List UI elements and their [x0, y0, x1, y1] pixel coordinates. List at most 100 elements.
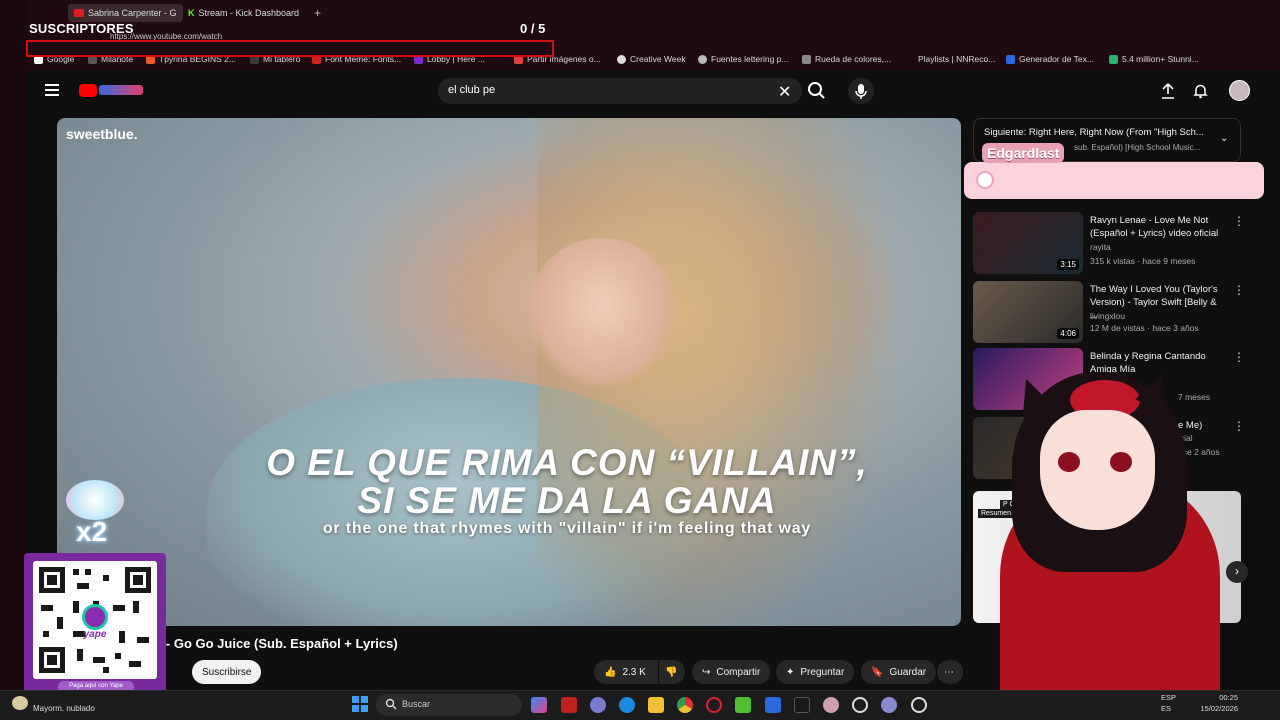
- clear-search-icon[interactable]: ✕: [778, 82, 791, 102]
- subscribe-button[interactable]: Suscribirse: [192, 660, 262, 684]
- upload-icon[interactable]: [1161, 83, 1175, 104]
- chat-message-box: [964, 162, 1264, 199]
- tab-label: Sabrina Carpenter - G: [88, 8, 177, 18]
- recommendation-title[interactable]: Ravyn Lenae - Love Me Not (Español + Lyr…: [1090, 214, 1224, 240]
- language-indicator[interactable]: ESP ES: [1161, 692, 1176, 714]
- thumbs-up-icon: 👍: [604, 666, 617, 678]
- recommendation-meta: 12 M de vistas · hace 3 años: [1090, 323, 1199, 333]
- discord-icon[interactable]: [881, 697, 897, 713]
- app-icon[interactable]: [735, 697, 751, 713]
- chevron-down-icon[interactable]: ⌄: [1220, 133, 1228, 144]
- more-options-icon[interactable]: ⋮: [1233, 283, 1245, 297]
- video-title: er - Go Go Juice (Sub. Español + Lyrics): [150, 636, 398, 651]
- weather-icon[interactable]: [12, 696, 28, 710]
- video-player[interactable]: O EL QUE RIMA CON “VILLAIN”, SI SE ME DA…: [57, 118, 961, 626]
- next-up-title: Siguiente: Right Here, Right Now (From "…: [984, 127, 1204, 138]
- video-thumbnail[interactable]: 3:15: [973, 212, 1083, 274]
- bookmark-item[interactable]: Fuentes lettering p...: [698, 54, 789, 64]
- app-icon[interactable]: [765, 697, 781, 713]
- app-icon[interactable]: [823, 697, 839, 713]
- multiplier-label: x2: [76, 516, 108, 547]
- microphone-icon: [855, 84, 867, 99]
- save-button[interactable]: 🔖 Guardar: [861, 660, 937, 684]
- more-options-icon[interactable]: ⋮: [1233, 350, 1245, 364]
- bookmark-item[interactable]: Rueda de colores,...: [802, 54, 891, 64]
- vtuber-avatar-eye-left: [1058, 452, 1080, 472]
- recommendation-meta: 315 k vistas · hace 9 meses: [1090, 256, 1196, 266]
- menu-icon[interactable]: [45, 84, 59, 96]
- subscriber-goal-title: SUSCRIPTORES: [29, 21, 134, 36]
- ask-button[interactable]: ✦ Preguntar: [776, 660, 855, 684]
- bookmark-icon: [1006, 54, 1015, 64]
- recommendation-item[interactable]: 4:06 The Way I Loved You (Taylor's Versi…: [973, 281, 1245, 345]
- app-icon[interactable]: [590, 697, 606, 713]
- windows-start-icon[interactable]: [352, 696, 368, 712]
- subscriber-goal-progress-bar: [26, 40, 554, 57]
- duration-badge: 4:06: [1057, 328, 1079, 339]
- recommendation-item[interactable]: 3:15 Ravyn Lenae - Love Me Not (Español …: [973, 212, 1245, 276]
- more-options-icon[interactable]: ⋮: [1233, 214, 1245, 228]
- chat-avatar-icon: [976, 171, 994, 189]
- search-icon: [808, 82, 825, 99]
- tab-label: Stream - Kick Dashboard: [198, 8, 300, 18]
- weather-text[interactable]: Mayorm. nublado: [33, 704, 95, 713]
- thumbs-down-icon: 👎: [665, 666, 678, 678]
- opera-gx-icon[interactable]: [706, 697, 722, 713]
- account-avatar[interactable]: [1229, 80, 1250, 101]
- bookmark-icon: [1109, 54, 1118, 64]
- video-thumbnail[interactable]: 4:06: [973, 281, 1083, 343]
- recommendation-title[interactable]: e Me): [1178, 419, 1280, 432]
- app-icon[interactable]: [794, 697, 810, 713]
- bookmark-icon: [617, 54, 626, 64]
- youtube-logo-icon[interactable]: [79, 84, 97, 97]
- sparkle-icon: ✦: [786, 666, 795, 678]
- search-icon: [385, 697, 397, 715]
- copilot-icon[interactable]: [531, 697, 547, 713]
- bookmark-item[interactable]: Creative Week: [617, 54, 686, 64]
- next-up-subtitle: sub. Español) [High School Music...: [1074, 143, 1201, 152]
- share-icon: ↪: [702, 666, 711, 678]
- tab-youtube[interactable]: Sabrina Carpenter - G: [68, 4, 183, 22]
- chevron-right-icon[interactable]: ›: [1226, 561, 1248, 583]
- app-icon[interactable]: [561, 697, 577, 713]
- vtuber-avatar-face: [1040, 410, 1155, 530]
- subscriber-goal-count: 0 / 5: [520, 21, 546, 36]
- windows-taskbar: [0, 690, 1280, 720]
- video-watermark: sweetblue.: [66, 126, 138, 142]
- tab-kick[interactable]: K Stream - Kick Dashboard: [188, 4, 299, 22]
- bookmark-item[interactable]: 5.4 million+ Stunni...: [1109, 54, 1199, 64]
- dislike-button[interactable]: 👎: [659, 660, 685, 684]
- like-button[interactable]: 👍 2.3 K: [594, 660, 658, 684]
- obs-icon[interactable]: [911, 697, 927, 713]
- recommendation-channel[interactable]: rayita: [1090, 242, 1111, 252]
- video-frame-face: [527, 238, 677, 388]
- file-explorer-icon[interactable]: [648, 697, 664, 713]
- more-actions-button[interactable]: ⋯: [937, 660, 963, 684]
- new-tab-button[interactable]: +: [314, 4, 321, 22]
- duration-badge: 3:15: [1057, 259, 1079, 270]
- github-icon[interactable]: [852, 697, 868, 713]
- chrome-icon[interactable]: [677, 697, 693, 713]
- bookmark-icon: 🔖: [871, 666, 884, 678]
- notifications-bell-icon[interactable]: [1193, 83, 1208, 104]
- recommendation-channel[interactable]: livingxlou: [1090, 311, 1125, 321]
- lyric-translation: or the one that rhymes with "villain" if…: [322, 520, 812, 537]
- search-input[interactable]: el club pe: [438, 78, 802, 104]
- voice-search-button[interactable]: [848, 78, 874, 104]
- more-options-icon[interactable]: ⋮: [1233, 419, 1245, 433]
- lyric-line-1: O EL QUE RIMA CON “VILLAIN”,: [266, 442, 868, 483]
- yape-logo: yape: [83, 629, 107, 640]
- lyric-line-2: SI SE ME DA LA GANA: [357, 480, 777, 521]
- share-button[interactable]: ↪ Compartir: [692, 660, 771, 684]
- youtube-logo-doodle: [99, 85, 143, 95]
- bookmark-item[interactable]: Playlists | NNReco...: [918, 54, 995, 64]
- recommendation-meta: 7 meses: [1178, 392, 1211, 402]
- taskbar-search-input[interactable]: Buscar: [376, 694, 522, 716]
- system-clock[interactable]: 00:25 15/02/2026: [1198, 692, 1238, 714]
- qr-code: yape: [33, 561, 157, 679]
- edge-icon[interactable]: [619, 697, 635, 713]
- search-button[interactable]: [804, 78, 830, 104]
- youtube-icon: [74, 9, 84, 17]
- kick-icon: K: [188, 8, 195, 18]
- bookmark-item[interactable]: Generador de Tex...: [1006, 54, 1094, 64]
